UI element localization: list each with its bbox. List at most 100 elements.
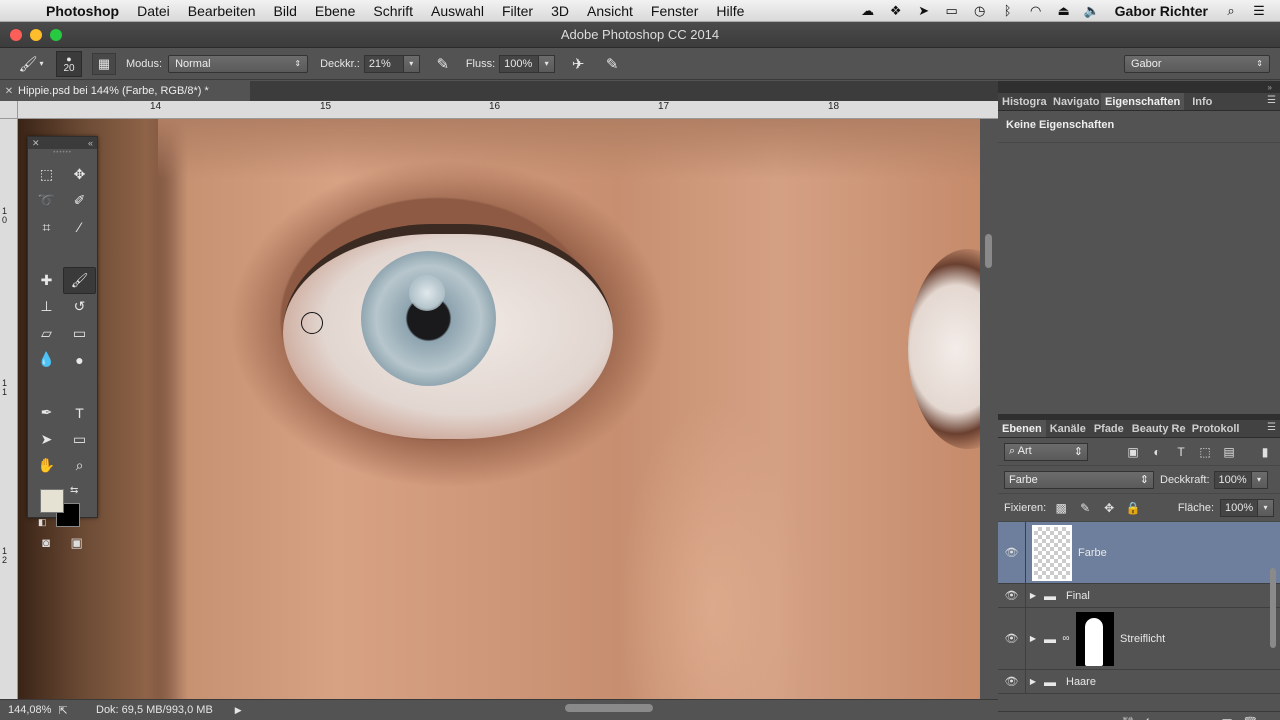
layer-name[interactable]: Streiflicht [1114, 633, 1165, 645]
expand-triangle-icon[interactable]: ▶ [1026, 591, 1040, 600]
collapse-icon[interactable]: » [1268, 83, 1272, 92]
screen-mode-icon[interactable]: ▣ [70, 535, 82, 551]
tab-pfade[interactable]: Pfade [1090, 420, 1128, 437]
forward-icon[interactable]: ➤ [915, 3, 933, 19]
eye-icon[interactable]: 👁 [998, 584, 1026, 607]
dropbox-icon[interactable]: ❖ [887, 3, 905, 19]
menu-fenster[interactable]: Fenster [642, 3, 707, 19]
stamp-tool-icon[interactable]: ⊥ [30, 294, 63, 321]
mode-select[interactable]: Normal ⇕ [168, 54, 309, 73]
panel-menu-icon[interactable]: ☰ [1267, 95, 1276, 106]
time-machine-icon[interactable]: ◷ [971, 3, 989, 19]
status-menu-arrow-icon[interactable]: ▶ [235, 705, 242, 716]
tab-kanaele[interactable]: Kanäle [1046, 420, 1090, 437]
menu-filter[interactable]: Filter [493, 3, 542, 19]
brush-preset-picker[interactable]: ● 20 [56, 50, 82, 77]
blur-tool-icon[interactable]: 💧 [30, 347, 63, 374]
opacity-pressure-icon[interactable]: ✎ [432, 55, 454, 73]
menu-ebene[interactable]: Ebene [306, 3, 364, 19]
menu-ansicht[interactable]: Ansicht [578, 3, 642, 19]
menu-hilfe[interactable]: Hilfe [707, 3, 753, 19]
layers-scrollbar[interactable] [1270, 568, 1276, 648]
panel-menu-icon[interactable]: ☰ [1267, 422, 1276, 433]
layer-mask-thumbnail[interactable] [1076, 611, 1114, 666]
eye-icon[interactable]: 👁 [998, 670, 1026, 693]
vertical-ruler[interactable]: 1 0 1 1 1 2 [0, 119, 18, 699]
menu-schrift[interactable]: Schrift [364, 3, 422, 19]
tools-panel-header[interactable]: ✕ « [28, 137, 97, 149]
adjustment-layer-icon[interactable]: ◐ [1182, 716, 1189, 720]
canvas-horizontal-scroll-thumb[interactable] [565, 704, 653, 712]
layer-name[interactable]: Haare [1060, 676, 1096, 688]
menu-bild[interactable]: Bild [265, 3, 306, 19]
brush-panel-toggle[interactable]: ▦ [92, 52, 116, 75]
filter-shape-icon[interactable]: ⬚ [1196, 445, 1214, 459]
swap-colors-icon[interactable]: ⇆ [70, 485, 78, 496]
eyedropper-tool-icon[interactable]: ⁄ [63, 214, 96, 241]
pen-tool-icon[interactable]: ✒ [30, 400, 63, 427]
menubar-user[interactable]: Gabor Richter [1111, 3, 1212, 19]
window-minimize-button[interactable] [30, 29, 42, 41]
lock-all-icon[interactable]: 🔒 [1124, 501, 1142, 515]
filter-type-icon[interactable]: T [1172, 445, 1190, 459]
wifi-icon[interactable]: ◠ [1027, 3, 1045, 19]
close-icon[interactable]: ✕ [0, 86, 18, 97]
tab-ebenen[interactable]: Ebenen [998, 420, 1046, 437]
layer-name[interactable]: Farbe [1072, 547, 1107, 559]
hand-tool-icon[interactable]: ✋ [30, 453, 63, 480]
rectangle-tool-icon[interactable]: ▭ [63, 426, 96, 453]
layer-row-haare[interactable]: 👁 ▶ ▬ Haare [998, 670, 1280, 694]
airbrush-icon[interactable]: ✈ [567, 55, 589, 73]
lasso-tool-icon[interactable]: ➰ [30, 188, 63, 215]
marquee-tool-icon[interactable]: ⬚ [30, 161, 63, 188]
zoom-level[interactable]: 144,08% [0, 704, 52, 716]
lock-transparency-icon[interactable]: ▩ [1052, 501, 1070, 515]
expand-triangle-icon[interactable]: ▶ [1026, 634, 1040, 643]
new-layer-icon[interactable]: ▤ [1221, 716, 1232, 720]
opacity-input[interactable]: 21% [363, 54, 404, 73]
creative-cloud-icon[interactable]: ☁ [859, 3, 877, 19]
dock-collapse-strip[interactable]: » [998, 81, 1280, 93]
gradient-tool-icon[interactable]: ▭ [63, 320, 96, 347]
notification-center-icon[interactable]: ☰ [1250, 3, 1268, 19]
bluetooth-icon[interactable]: ᛒ [999, 3, 1017, 18]
tab-info[interactable]: Info [1184, 93, 1216, 110]
menu-bearbeiten[interactable]: Bearbeiten [179, 3, 265, 19]
volume-icon[interactable]: 🔈 [1083, 3, 1101, 19]
trash-icon[interactable]: 🗑 [1243, 716, 1258, 720]
quick-mask-icon[interactable]: ◙ [42, 535, 50, 551]
tools-panel-grip[interactable]: •••••• [28, 149, 97, 157]
tab-histogramm[interactable]: Histogra [998, 93, 1049, 110]
layer-row-final[interactable]: 👁 ▶ ▬ Final [998, 584, 1280, 608]
history-brush-tool-icon[interactable]: ↺ [63, 294, 96, 321]
layer-opacity-input[interactable]: 100% [1213, 470, 1252, 489]
document-tab[interactable]: ✕ Hippie.psd bei 144% (Farbe, RGB/8*) * [0, 81, 250, 101]
layer-row-farbe[interactable]: 👁 Farbe [998, 522, 1280, 584]
link-layers-icon[interactable]: ⛓ [1120, 716, 1135, 720]
scrollbar-thumb[interactable] [985, 234, 992, 268]
path-selection-tool-icon[interactable]: ➤ [30, 426, 63, 453]
menu-datei[interactable]: Datei [128, 3, 179, 19]
tab-navigator[interactable]: Navigato [1049, 93, 1101, 110]
spotlight-search-icon[interactable]: ⌕ [1222, 3, 1240, 19]
window-close-button[interactable] [10, 29, 22, 41]
layer-row-streiflicht[interactable]: 👁 ▶ ▬ ∞ Streiflicht [998, 608, 1280, 670]
default-colors-icon[interactable]: ◧ [38, 517, 47, 528]
fill-input[interactable]: 100% [1220, 498, 1258, 517]
lock-pixels-icon[interactable]: ✎ [1076, 501, 1094, 515]
ruler-origin[interactable] [0, 101, 18, 119]
eye-icon[interactable]: 👁 [998, 608, 1026, 669]
brush-tool-icon[interactable]: 🖌 [63, 267, 96, 294]
zoom-tool-icon[interactable]: ⌕ [63, 453, 96, 480]
workspace-select[interactable]: Gabor ⇕ [1124, 54, 1270, 73]
close-icon[interactable]: ✕ [32, 138, 40, 149]
healing-brush-tool-icon[interactable]: ✚ [30, 267, 63, 294]
layer-filter-kind-select[interactable]: ⌕ Art ⇕ [1004, 442, 1088, 461]
eject-icon[interactable]: ⏏ [1055, 3, 1073, 19]
tab-protokoll[interactable]: Protokoll [1188, 420, 1244, 437]
tab-eigenschaften[interactable]: Eigenschaften [1101, 93, 1185, 110]
filter-smart-object-icon[interactable]: ▤ [1220, 445, 1238, 459]
crop-tool-icon[interactable]: ⌗ [30, 214, 63, 241]
size-pressure-icon[interactable]: ✎ [601, 55, 623, 73]
filter-pixel-icon[interactable]: ▣ [1124, 445, 1142, 459]
